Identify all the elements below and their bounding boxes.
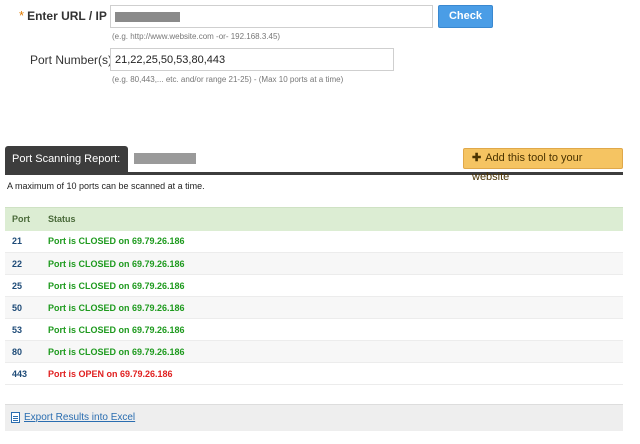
port-column-header: Port: [5, 207, 41, 231]
url-hint: (e.g. http://www.website.com -or- 192.16…: [112, 32, 281, 41]
status-column-header: Status: [41, 207, 623, 231]
status-cell: Port is CLOSED on 69.79.26.186: [41, 252, 623, 275]
status-cell: Port is CLOSED on 69.79.26.186: [41, 230, 623, 253]
document-icon: [11, 412, 20, 423]
export-bar: Export Results into Excel: [5, 404, 623, 431]
export-label: Export Results into Excel: [24, 412, 136, 423]
url-label: Enter URL / IP: [27, 8, 107, 23]
port-label: Port Number(s): [30, 53, 113, 67]
table-row: 25 Port is CLOSED on 69.79.26.186: [5, 274, 623, 297]
scan-limit-note: A maximum of 10 ports can be scanned at …: [7, 181, 205, 191]
status-cell: Port is OPEN on 69.79.26.186: [41, 362, 623, 385]
port-input[interactable]: [110, 48, 394, 71]
table-row: 21 Port is CLOSED on 69.79.26.186: [5, 230, 623, 253]
table-row: 53 Port is CLOSED on 69.79.26.186: [5, 318, 623, 341]
port-cell: 25: [5, 274, 41, 297]
results-table: Port Status 21 Port is CLOSED on 69.79.2…: [5, 207, 623, 385]
table-header-row: Port Status: [5, 207, 623, 231]
table-row: 22 Port is CLOSED on 69.79.26.186: [5, 252, 623, 275]
port-cell: 443: [5, 362, 41, 385]
status-cell: Port is CLOSED on 69.79.26.186: [41, 274, 623, 297]
port-cell: 80: [5, 340, 41, 363]
report-divider: [5, 172, 623, 175]
port-cell: 21: [5, 230, 41, 253]
status-cell: Port is CLOSED on 69.79.26.186: [41, 340, 623, 363]
url-redacted-value: [115, 12, 180, 22]
port-cell: 22: [5, 252, 41, 275]
add-tool-button[interactable]: ✚ Add this tool to your website: [463, 148, 623, 183]
port-cell: 50: [5, 296, 41, 319]
plus-icon: ✚: [472, 152, 482, 164]
table-row: 443 Port is OPEN on 69.79.26.186: [5, 362, 623, 385]
check-button[interactable]: Check: [438, 5, 493, 28]
add-tool-label: Add this tool to your website: [472, 152, 583, 183]
port-row: Port Number(s): [30, 53, 112, 67]
status-cell: Port is CLOSED on 69.79.26.186: [41, 296, 623, 319]
table-row: 80 Port is CLOSED on 69.79.26.186: [5, 340, 623, 363]
url-input[interactable]: [110, 5, 433, 28]
report-redacted-target: [134, 153, 196, 164]
export-excel-link[interactable]: Export Results into Excel: [11, 412, 135, 423]
url-row: * Enter URL / IP: [19, 8, 107, 23]
table-row: 50 Port is CLOSED on 69.79.26.186: [5, 296, 623, 319]
status-cell: Port is CLOSED on 69.79.26.186: [41, 318, 623, 341]
port-hint: (e.g. 80,443,... etc. and/or range 21-25…: [112, 75, 344, 84]
report-tab: Port Scanning Report:: [5, 146, 128, 172]
port-cell: 53: [5, 318, 41, 341]
required-mark: *: [19, 8, 25, 23]
